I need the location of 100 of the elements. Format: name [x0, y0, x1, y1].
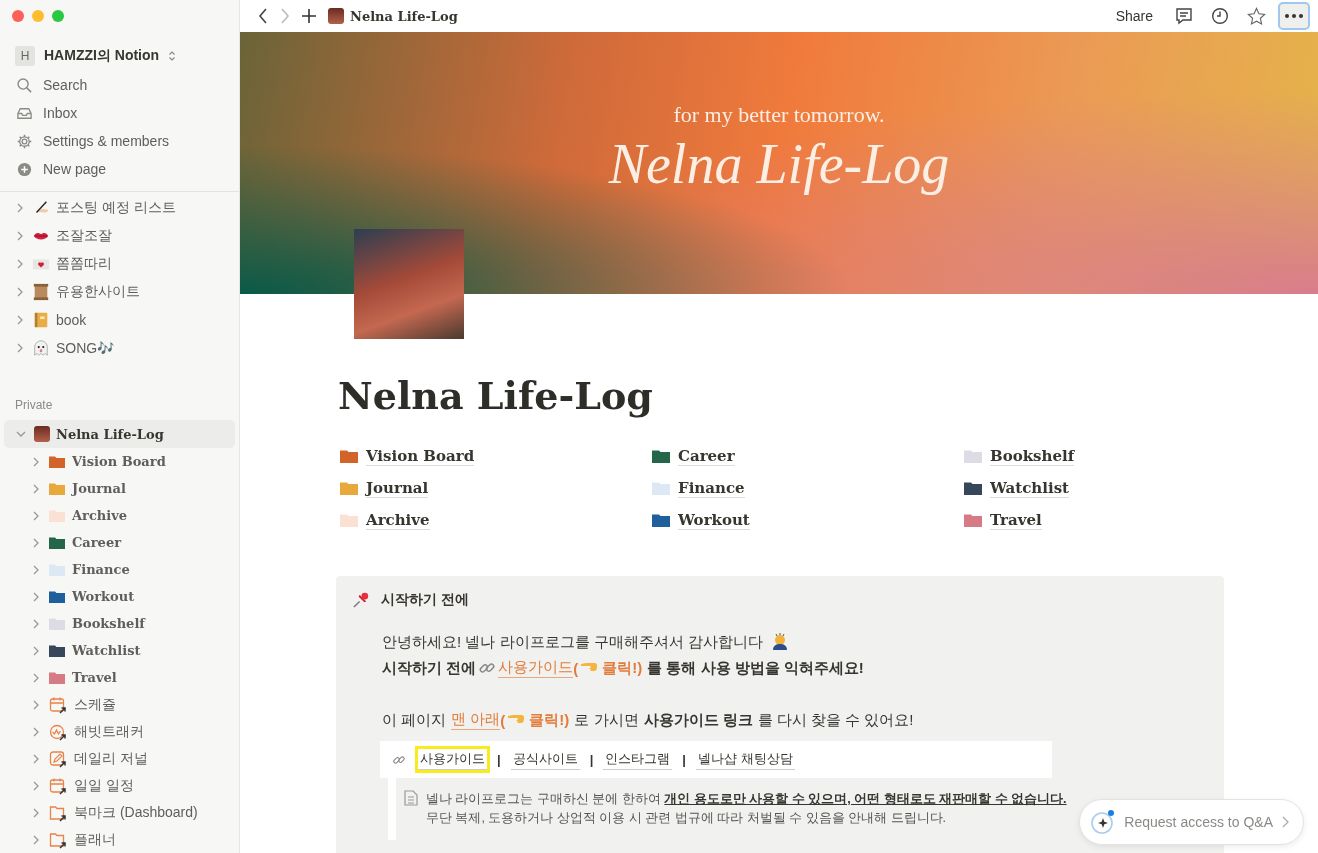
chevron-right-icon	[32, 618, 40, 629]
folder-link-icon	[49, 830, 67, 849]
chevron-right-icon	[32, 564, 40, 575]
book-icon	[32, 311, 50, 329]
close-window-button[interactable]	[12, 10, 24, 22]
chevron-right-icon	[32, 591, 40, 602]
search-icon	[16, 76, 33, 94]
sidebar-page[interactable]: Watchlist	[0, 637, 239, 664]
new-nav-item[interactable]: New page	[0, 155, 239, 183]
notice-text: 무단 복제, 도용하거나 상업적 이용 시 관련 법규에 따라 처벌될 수 있음을 안내해 드립니다.	[426, 810, 948, 827]
folder-icon	[964, 513, 982, 527]
page-link[interactable]: Archive	[340, 508, 652, 532]
sidebar-page[interactable]: 데일리 저널	[0, 745, 239, 772]
quick-link[interactable]: 사용가이드	[418, 749, 487, 770]
plus-icon[interactable]	[302, 9, 316, 23]
folder-icon	[49, 644, 65, 657]
chevron-right-icon	[16, 231, 24, 241]
chevron-right-icon	[16, 315, 24, 325]
folder-icon	[652, 481, 670, 495]
updown-chevron-icon	[168, 50, 177, 62]
pushpin-icon	[352, 590, 371, 609]
sidebar-page[interactable]: 포스팅 예정 리스트	[0, 194, 239, 222]
separator-text: |	[682, 752, 686, 767]
folder-icon	[49, 590, 65, 603]
sidebar-page[interactable]: Nelna Life-Log	[4, 420, 235, 448]
page-link[interactable]: Journal	[340, 476, 652, 500]
sidebar-page[interactable]: 플래너	[0, 826, 239, 853]
page-photo-placeholder	[328, 8, 344, 24]
chevron-right-icon	[32, 645, 40, 656]
chevron-right-icon	[32, 780, 40, 791]
request-access-button[interactable]: Request access to Q&A	[1079, 799, 1304, 845]
quick-link[interactable]: 인스타그램	[603, 749, 673, 770]
separator-text: |	[497, 752, 501, 767]
breadcrumb-page[interactable]: Nelna Life-Log	[350, 8, 458, 24]
sidebar-page[interactable]: 유용한사이트	[0, 278, 239, 306]
chevron-right-icon	[32, 753, 40, 764]
folder-icon	[340, 513, 358, 527]
folder-icon	[49, 536, 65, 549]
chevron-right-icon	[32, 834, 40, 845]
folder-icon	[652, 449, 670, 463]
document-icon	[404, 790, 418, 806]
sidebar-page[interactable]: 스케쥴	[0, 691, 239, 718]
callout-text: 를 통해 사용 방법을 익혀주세요!	[647, 658, 864, 678]
share-button[interactable]: Share	[1111, 8, 1157, 24]
callout-text: 로 가시면	[574, 710, 639, 730]
callout-text: 이 페이지	[382, 710, 447, 730]
folder-icon	[964, 481, 982, 495]
callout-text: 시작하기 전에	[382, 658, 477, 678]
sidebar-page[interactable]: 해빗트래커	[0, 718, 239, 745]
chevron-right-icon	[32, 456, 40, 467]
more-options-button[interactable]	[1278, 2, 1310, 30]
sidebar-page[interactable]: Finance	[0, 556, 239, 583]
callout-text: 안녕하세요! 넬나 라이프로그를 구매해주셔서 감사합니다	[382, 632, 763, 652]
sidebar-page[interactable]: Archive	[0, 502, 239, 529]
folder-icon	[49, 563, 65, 576]
folder-icon	[340, 449, 358, 463]
sidebar-page[interactable]: 일일 일정	[0, 772, 239, 799]
plus-circle-icon	[16, 160, 33, 178]
quick-link[interactable]: 공식사이트	[510, 749, 580, 770]
sidebar-page[interactable]: 북마크 (Dashboard)	[0, 799, 239, 826]
chevron-right-icon	[16, 259, 24, 269]
chevron-right-icon	[32, 483, 40, 494]
settings-nav-item[interactable]: Settings & members	[0, 127, 239, 155]
folder-icon	[49, 509, 65, 522]
section-label: Private	[14, 397, 54, 414]
folder-icon	[49, 455, 65, 468]
page-link[interactable]: Finance	[652, 476, 964, 500]
sidebar-page[interactable]: Career	[0, 529, 239, 556]
page-link[interactable]: Bookshelf	[964, 444, 1224, 468]
sidebar-page[interactable]: SONG🎶	[0, 334, 239, 362]
page-link[interactable]: Watchlist	[964, 476, 1224, 500]
inbox-nav-item[interactable]: Inbox	[0, 99, 239, 127]
chevron-right-icon	[32, 537, 40, 548]
callout-text: 사용가이드 링크	[643, 710, 753, 730]
settings-icon	[16, 132, 33, 150]
page-link[interactable]: Workout	[652, 508, 964, 532]
chevron-right-icon	[32, 699, 40, 710]
folder-icon	[49, 671, 65, 684]
page-link[interactable]: Career	[652, 444, 964, 468]
sidebar-page[interactable]: Travel	[0, 664, 239, 691]
pencil-link-icon	[49, 749, 67, 768]
sidebar-page[interactable]: Vision Board	[0, 448, 239, 475]
comment-icon[interactable]	[1175, 7, 1193, 25]
sidebar-page[interactable]: 쫌쫌따리	[0, 250, 239, 278]
chevron-right-icon	[16, 287, 24, 297]
sidebar-page[interactable]: Workout	[0, 583, 239, 610]
sidebar-page[interactable]: book	[0, 306, 239, 334]
chevron-right-icon	[32, 726, 40, 737]
cover-subtitle: for my better tomorrow.	[673, 102, 885, 128]
page-link[interactable]: Vision Board	[340, 444, 652, 468]
clock-icon[interactable]	[1211, 7, 1229, 25]
sidebar-page[interactable]: 조잘조잘	[0, 222, 239, 250]
search-nav-item[interactable]: Search	[0, 71, 239, 99]
page-link[interactable]: Travel	[964, 508, 1224, 532]
workspace-switcher[interactable]: H HAMZZI의 Notion	[15, 45, 177, 67]
star-icon[interactable]	[1247, 6, 1266, 26]
folder-icon	[652, 513, 670, 527]
quick-link[interactable]: 넬나샵 채팅상담	[695, 749, 795, 770]
sidebar-page[interactable]: Bookshelf	[0, 610, 239, 637]
sidebar-page[interactable]: Journal	[0, 475, 239, 502]
